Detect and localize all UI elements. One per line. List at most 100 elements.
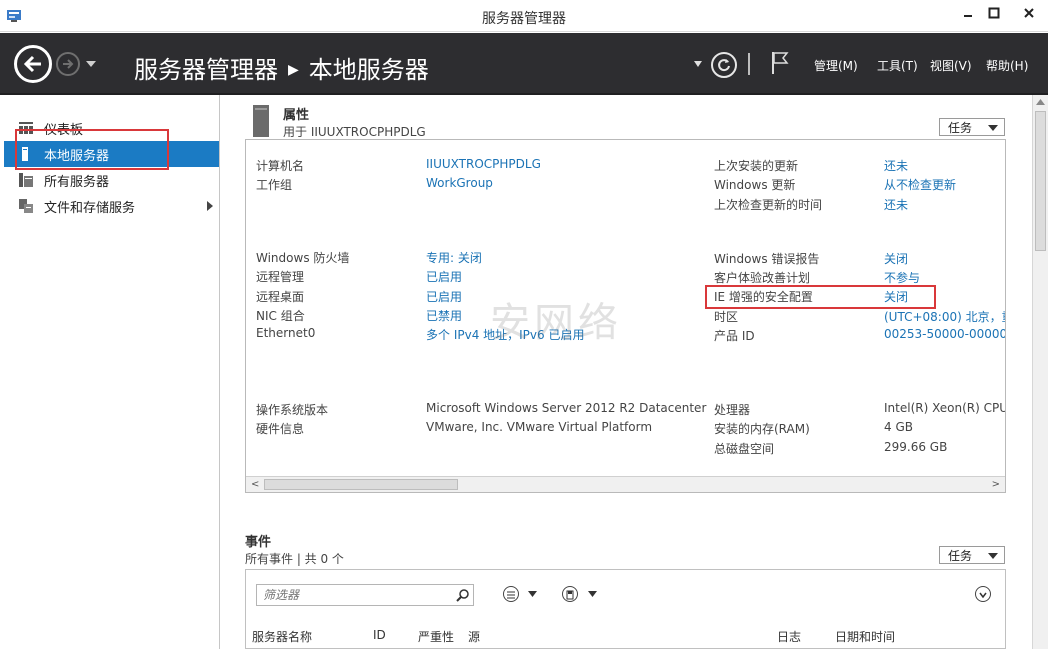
refresh-dropdown-icon[interactable] <box>694 61 702 67</box>
forward-button[interactable] <box>56 52 80 76</box>
column-header[interactable]: 日期和时间 <box>835 628 895 645</box>
prop-value-nic-teaming[interactable]: 已禁用 <box>426 307 462 324</box>
search-icon[interactable] <box>456 588 470 602</box>
save-dropdown-icon[interactable] <box>588 591 597 597</box>
scroll-up-icon[interactable] <box>1036 99 1045 105</box>
close-button[interactable] <box>1015 4 1043 22</box>
notifications-flag-icon[interactable] <box>770 51 790 75</box>
prop-label: 工作组 <box>256 178 293 192</box>
prop-label: IE 增强的安全配置 <box>714 290 813 304</box>
prop-value-firewall[interactable]: 专用: 关闭 <box>426 249 482 266</box>
prop-label: 时区 <box>714 310 739 324</box>
prop-value-windows-update[interactable]: 从不检查更新 <box>884 176 956 193</box>
menu-tools[interactable]: 工具(T) <box>877 57 918 74</box>
events-subtitle: 所有事件 | 共 0 个 <box>245 552 344 566</box>
refresh-button[interactable] <box>711 52 737 78</box>
prop-label: 产品 ID <box>714 329 755 343</box>
scroll-thumb[interactable] <box>264 479 458 490</box>
tasks-label: 任务 <box>948 120 973 135</box>
header-divider <box>748 53 750 75</box>
tasks-dropdown-icon <box>988 125 998 131</box>
prop-label: 总磁盘空间 <box>714 442 775 456</box>
prop-value-workgroup[interactable]: WorkGroup <box>426 176 493 190</box>
prop-value-ie-esc[interactable]: 关闭 <box>884 288 908 305</box>
refresh-icon <box>718 59 730 72</box>
horizontal-scrollbar[interactable]: < > <box>246 476 1005 492</box>
forward-arrow-icon <box>63 59 74 69</box>
main-content: 属性 用于 IIUUXTROCPHPDLG 任务 计算机名 IIUUXTROCP… <box>221 95 1032 649</box>
minimize-icon <box>964 15 972 17</box>
history-dropdown-icon[interactable] <box>86 61 96 67</box>
breadcrumb-root[interactable]: 服务器管理器 <box>134 56 278 84</box>
properties-subtitle: 用于 IIUUXTROCPHPDLG <box>283 125 426 139</box>
prop-label: 远程管理 <box>256 270 305 284</box>
menu-help[interactable]: 帮助(H) <box>986 57 1028 74</box>
chevron-down-icon <box>979 592 987 599</box>
maximize-icon <box>988 7 1000 19</box>
prop-value-product-id[interactable]: 00253-50000-00000- <box>884 327 1005 341</box>
column-header[interactable]: 日志 <box>777 628 801 645</box>
server-icon <box>22 147 28 161</box>
prop-label: 处理器 <box>714 403 751 417</box>
prop-value-hardware: VMware, Inc. VMware Virtual Platform <box>426 420 653 434</box>
column-header[interactable]: 服务器名称 <box>252 628 312 645</box>
tasks-label: 任务 <box>948 548 973 563</box>
list-dropdown-icon[interactable] <box>528 591 537 597</box>
scroll-thumb[interactable] <box>1035 111 1046 251</box>
prop-label: 客户体验改善计划 <box>714 271 811 285</box>
maximize-button[interactable] <box>981 4 1007 22</box>
column-header[interactable]: 源 <box>468 628 480 645</box>
list-view-button[interactable] <box>503 586 519 602</box>
prop-value-ceip[interactable]: 不参与 <box>884 269 920 286</box>
prop-label: 硬件信息 <box>256 422 305 436</box>
prop-value-computer-name[interactable]: IIUUXTROCPHPDLG <box>426 157 541 171</box>
vertical-scrollbar[interactable] <box>1032 95 1048 649</box>
header-bar: 服务器管理器 ▶ 本地服务器 管理(M) 工具(T) 视图(V) 帮助(H) <box>0 33 1048 95</box>
servers-icon <box>19 173 33 187</box>
save-icon <box>566 590 574 600</box>
filter-input[interactable] <box>256 584 474 606</box>
prop-value-error-reporting[interactable]: 关闭 <box>884 250 908 267</box>
expand-button[interactable] <box>975 586 991 602</box>
menu-view[interactable]: 视图(V) <box>930 57 972 74</box>
prop-value-last-installed-update[interactable]: 还未 <box>884 157 908 174</box>
prop-value-ram: 4 GB <box>884 420 913 434</box>
breadcrumb-separator-icon: ▶ <box>288 62 299 78</box>
sidebar-item-all-servers[interactable]: 所有服务器 <box>4 167 219 193</box>
properties-server-icon <box>253 105 269 137</box>
window-title: 服务器管理器 <box>482 11 566 27</box>
prop-label: 操作系统版本 <box>256 403 329 417</box>
sidebar-item-local-server[interactable]: 本地服务器 <box>4 141 219 167</box>
menu-manage[interactable]: 管理(M) <box>814 57 858 74</box>
sidebar-item-dashboard[interactable]: 仪表板 <box>4 115 219 141</box>
prop-value-last-checked-update[interactable]: 还未 <box>884 196 908 213</box>
prop-label: Windows 错误报告 <box>714 252 820 266</box>
prop-value-remote-management[interactable]: 已启用 <box>426 268 462 285</box>
prop-label: 安装的内存(RAM) <box>714 422 810 436</box>
minimize-button[interactable] <box>955 4 981 22</box>
sidebar-item-label: 所有服务器 <box>44 174 110 190</box>
events-title: 事件 <box>245 535 272 550</box>
save-query-button[interactable] <box>562 586 578 602</box>
events-header: 事件 所有事件 | 共 0 个 <box>245 531 344 567</box>
prop-value-remote-desktop[interactable]: 已启用 <box>426 288 462 305</box>
sidebar-item-label: 本地服务器 <box>44 148 110 164</box>
breadcrumb-current: 本地服务器 <box>308 56 429 84</box>
prop-value-disk: 299.66 GB <box>884 440 948 454</box>
expand-arrow-icon[interactable] <box>207 201 213 211</box>
prop-label: 远程桌面 <box>256 290 305 304</box>
properties-tasks-button[interactable]: 任务 <box>939 118 1005 136</box>
scroll-right-icon[interactable]: > <box>992 479 1000 490</box>
events-tasks-button[interactable]: 任务 <box>939 546 1005 564</box>
prop-label: 上次安装的更新 <box>714 159 799 173</box>
column-header[interactable]: 严重性 <box>418 628 454 645</box>
sidebar-item-file-storage[interactable]: 文件和存储服务 <box>4 193 219 219</box>
column-header[interactable]: ID <box>373 628 386 642</box>
prop-label: 计算机名 <box>256 159 305 173</box>
back-button[interactable] <box>14 45 52 83</box>
prop-value-timezone[interactable]: (UTC+08:00) 北京，重 <box>884 308 1005 325</box>
prop-label: Windows 更新 <box>714 178 796 192</box>
prop-value-processor: Intel(R) Xeon(R) CPU <box>884 401 1006 415</box>
scroll-left-icon[interactable]: < <box>251 479 259 490</box>
server-manager-window: 服务器管理器 服务器管理器 ▶ 本地服务器 管理(M) 工具(T) 视图(V) … <box>0 0 1048 649</box>
